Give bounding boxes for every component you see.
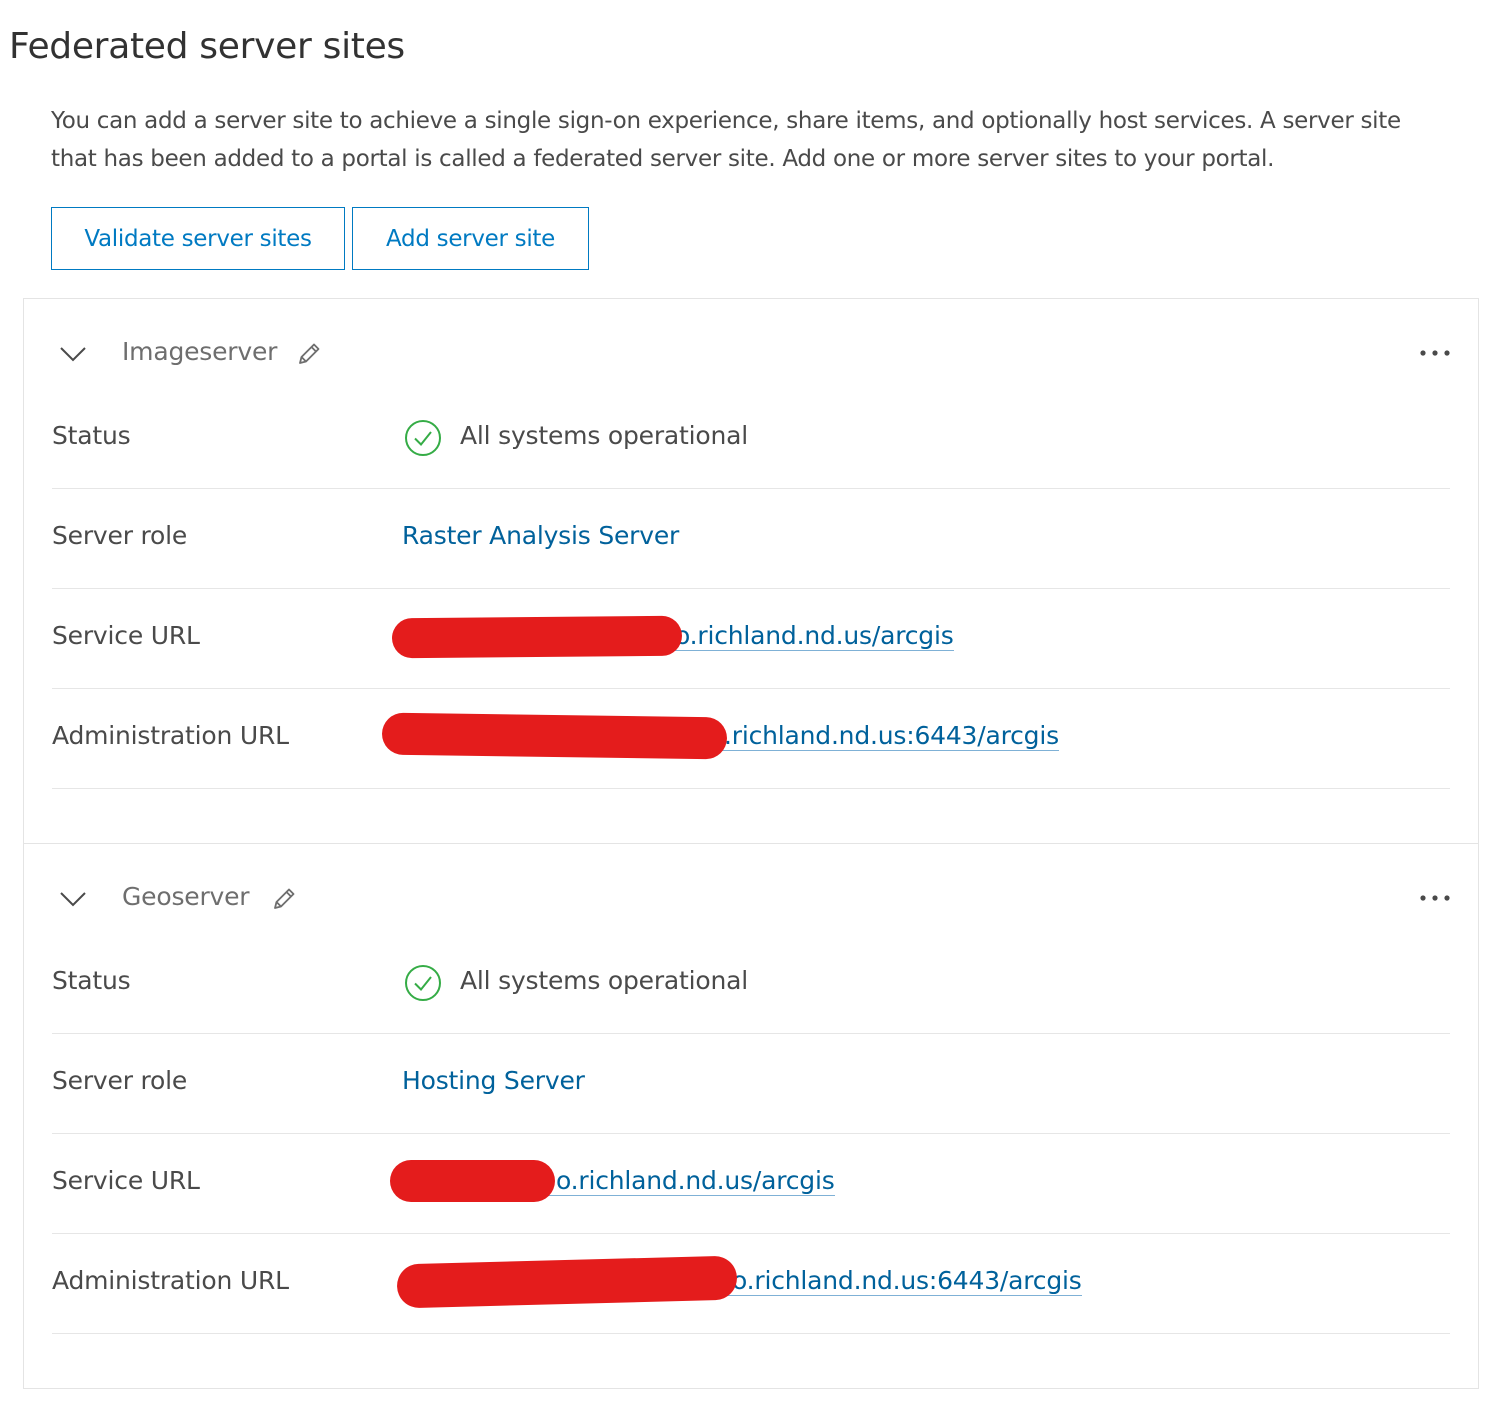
admin-url-row: Administration URL o.richland.nd.us:6443…	[52, 1234, 1450, 1334]
page-title: Federated server sites	[9, 26, 405, 67]
validate-server-sites-button[interactable]: Validate server sites	[51, 207, 345, 270]
server-role-label: Server role	[52, 521, 188, 550]
server-role-row: Server role Raster Analysis Server	[52, 489, 1450, 589]
server-site-card-geoserver: Geoserver Status All systems operational…	[23, 843, 1479, 1389]
server-role-row: Server role Hosting Server	[52, 1034, 1450, 1134]
check-circle-icon	[405, 965, 441, 1001]
chevron-down-icon[interactable]	[58, 343, 88, 365]
status-label: Status	[52, 966, 131, 995]
service-url-container: o.richland.nd.us/arcgis	[390, 1160, 870, 1204]
redaction-mark	[381, 712, 728, 760]
add-server-site-button[interactable]: Add server site	[352, 207, 589, 270]
server-site-name: Imageserver	[122, 337, 278, 366]
service-url-label: Service URL	[52, 1166, 200, 1195]
status-row: Status All systems operational	[52, 934, 1450, 1034]
service-url-row: Service URL o.richland.nd.us/arcgis	[52, 1134, 1450, 1234]
server-site-name: Geoserver	[122, 882, 250, 911]
ellipsis-icon[interactable]	[1418, 341, 1452, 365]
status-label: Status	[52, 421, 131, 450]
redaction-mark	[391, 615, 683, 659]
ellipsis-icon[interactable]	[1418, 886, 1452, 910]
service-url-label: Service URL	[52, 621, 200, 650]
server-site-card-imageserver: Imageserver Status All systems operation…	[23, 298, 1479, 844]
admin-url-container: .richland.nd.us:6443/arcgis	[381, 712, 1102, 760]
admin-url-label: Administration URL	[52, 721, 289, 750]
admin-url-label: Administration URL	[52, 1266, 289, 1295]
status-row: Status All systems operational	[52, 389, 1450, 489]
server-site-details: Status All systems operational Server ro…	[52, 934, 1450, 1334]
server-role-value: Raster Analysis Server	[402, 521, 680, 550]
redaction-mark	[390, 1160, 555, 1202]
pencil-icon[interactable]	[294, 339, 324, 369]
admin-url-row: Administration URL .richland.nd.us:6443/…	[52, 689, 1450, 789]
status-value: All systems operational	[460, 421, 748, 450]
page-description: You can add a server site to achieve a s…	[51, 108, 1401, 172]
pencil-icon[interactable]	[269, 884, 299, 914]
check-circle-icon	[405, 420, 441, 456]
server-role-value: Hosting Server	[402, 1066, 585, 1095]
server-role-label: Server role	[52, 1066, 188, 1095]
service-url-container: o.richland.nd.us/arcgis	[391, 615, 992, 659]
admin-url-container: o.richland.nd.us:6443/arcgis	[396, 1255, 1117, 1309]
chevron-down-icon[interactable]	[58, 888, 88, 910]
service-url-row: Service URL o.richland.nd.us/arcgis	[52, 589, 1450, 689]
redaction-mark	[396, 1255, 738, 1309]
server-site-details: Status All systems operational Server ro…	[52, 389, 1450, 789]
status-value: All systems operational	[460, 966, 748, 995]
